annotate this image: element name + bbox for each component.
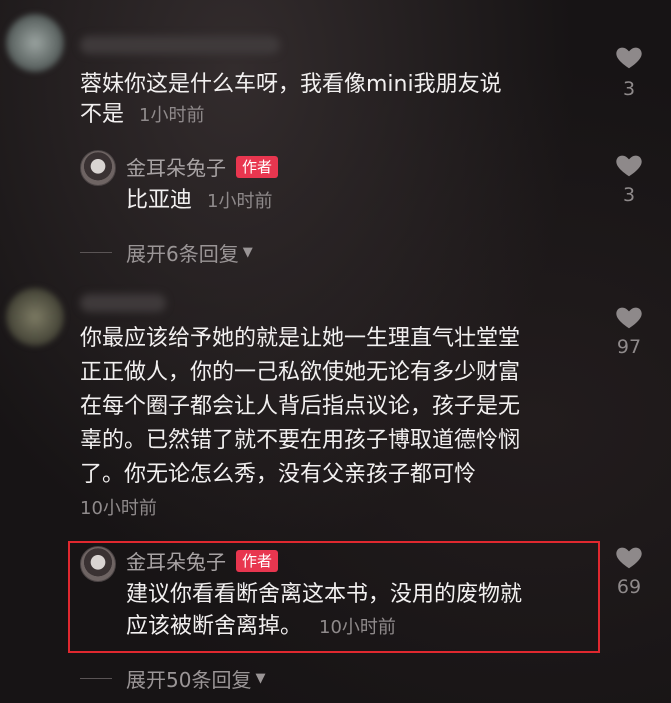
heart-icon xyxy=(616,47,642,69)
expand-replies-label: 展开50条回复 xyxy=(126,668,252,692)
divider-dash xyxy=(80,678,112,679)
like-button[interactable] xyxy=(614,42,644,76)
like-count: 3 xyxy=(622,78,636,100)
reply-header: 金耳朵兔子 作者 xyxy=(126,546,279,575)
reply-content-end: 应该被断舍离掉。 xyxy=(126,614,303,639)
comment-text-line: 在每个圈子都会让人背后指点议论，孩子是无 xyxy=(80,394,521,419)
username-blurred[interactable] xyxy=(80,36,280,54)
reply-content: 比亚迪 xyxy=(126,188,193,213)
reply-like-count: 3 xyxy=(622,184,636,206)
comment-text-line: 不是 1小时前 xyxy=(80,98,204,133)
username-blurred[interactable] xyxy=(80,294,166,312)
reply-text-line: 应该被断舍离掉。 10小时前 xyxy=(126,610,396,645)
reply-like-button[interactable] xyxy=(614,150,644,184)
expand-replies-button[interactable]: 展开50条回复 ▼ xyxy=(80,664,265,693)
author-name[interactable]: 金耳朵兔子 xyxy=(126,152,226,181)
reply-like-button[interactable] xyxy=(614,542,644,576)
heart-icon xyxy=(616,307,642,329)
caret-down-icon: ▼ xyxy=(242,245,253,260)
reply-text-line: 建议你看看断舍离这本书，没用的废物就 xyxy=(126,582,523,607)
comment-time: 1小时前 xyxy=(139,105,205,126)
expand-replies-button[interactable]: 展开6条回复 ▼ xyxy=(80,238,253,267)
comment-text-line: 辜的。已然错了就不要在用孩子博取道德怜悯 xyxy=(80,428,521,453)
avatar[interactable] xyxy=(6,14,64,72)
author-avatar[interactable] xyxy=(80,150,116,186)
comment-text-end: 不是 xyxy=(80,102,125,127)
author-avatar[interactable] xyxy=(80,546,116,582)
comment-text-line: 正正做人，你的一己私欲使她无论有多少财富 xyxy=(80,360,521,385)
divider-dash xyxy=(80,252,112,253)
comment-text-line: 了。你无论怎么秀，没有父亲孩子都可怜 xyxy=(80,462,477,487)
reply-like-count: 69 xyxy=(616,576,642,598)
like-count: 97 xyxy=(616,336,642,358)
heart-icon xyxy=(616,155,642,177)
reply-header: 金耳朵兔子 作者 xyxy=(126,152,279,181)
author-name[interactable]: 金耳朵兔子 xyxy=(126,546,226,575)
heart-icon xyxy=(616,547,642,569)
like-button[interactable] xyxy=(614,302,644,336)
comment-text-line: 你最应该给予她的就是让她一生理直气壮堂堂 xyxy=(80,326,521,351)
comment-text-line: 蓉妹你这是什么车呀，我看像mini我朋友说 xyxy=(80,72,502,97)
comment-time: 10小时前 xyxy=(80,498,157,519)
reply-time: 10小时前 xyxy=(319,617,396,638)
reply-text: 比亚迪 1小时前 xyxy=(126,184,272,219)
author-badge: 作者 xyxy=(236,549,279,572)
caret-down-icon: ▼ xyxy=(255,671,266,686)
avatar[interactable] xyxy=(6,288,64,346)
reply-time: 1小时前 xyxy=(207,191,273,212)
expand-replies-label: 展开6条回复 xyxy=(126,242,239,266)
author-badge: 作者 xyxy=(236,155,279,178)
